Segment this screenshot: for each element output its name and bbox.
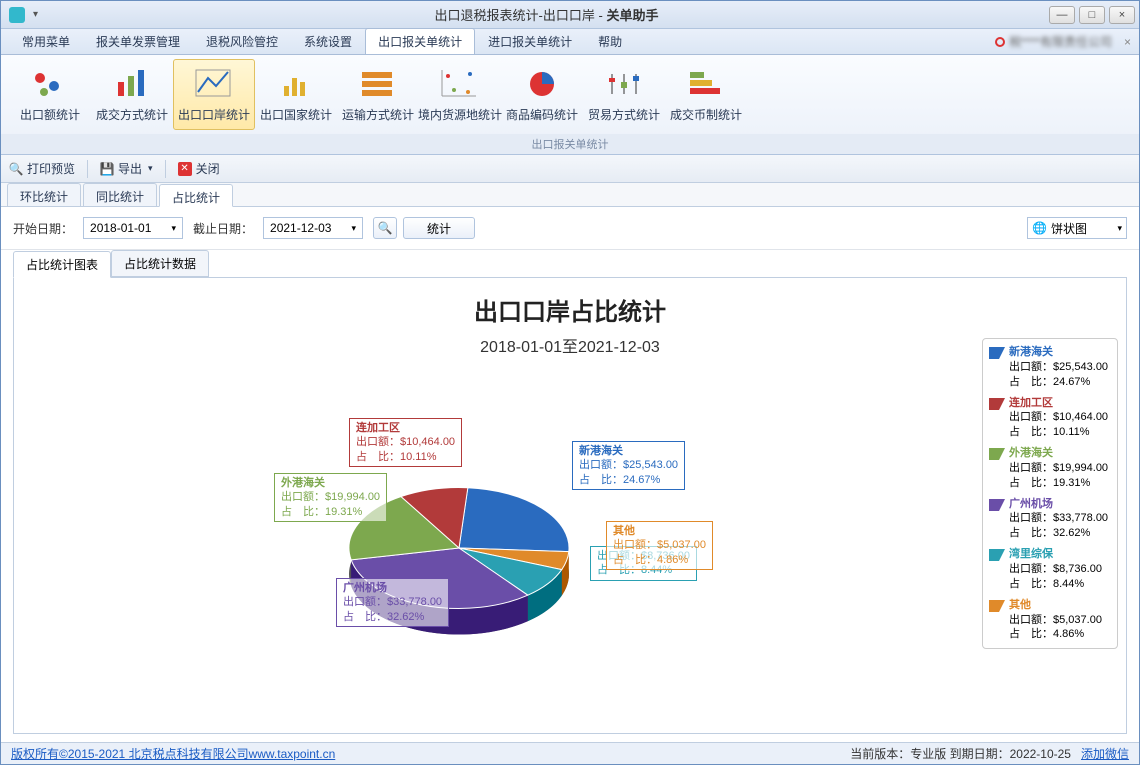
stat-tab[interactable]: 同比统计 — [83, 183, 157, 206]
menu-item[interactable]: 帮助 — [585, 28, 635, 54]
copyright-link[interactable]: 版权所有©2015-2021 北京税点科技有限公司www.taxpoint.cn — [11, 745, 335, 762]
menu-item[interactable]: 出口报关单统计 — [365, 28, 475, 54]
chart-type-select[interactable]: 🌐 饼状图 ▾ — [1027, 217, 1127, 239]
chevron-down-icon: ▾ — [1117, 223, 1122, 234]
pie-callout: 其他出口额：$5,037.00占 比：4.86% — [606, 521, 713, 570]
magnifier-icon: 🔍 — [9, 162, 23, 176]
filter-row: 开始日期： 2018-01-01▾ 截止日期： 2021-12-03▾ 🔍 统计… — [1, 207, 1139, 250]
legend-swatch-icon — [989, 499, 1005, 511]
company-close-icon[interactable]: × — [1124, 35, 1131, 49]
ribbon-button[interactable]: 出口国家统计 — [255, 59, 337, 130]
legend-item: 连加工区出口额：$10,464.00占 比：10.11% — [989, 396, 1111, 441]
end-date-label: 截止日期： — [193, 220, 253, 237]
search-button[interactable]: 🔍 — [373, 217, 397, 239]
legend: 新港海关出口额：$25,543.00占 比：24.67% 连加工区出口额：$10,… — [982, 338, 1118, 649]
ribbon-button[interactable]: 贸易方式统计 — [583, 59, 665, 130]
stat-tab[interactable]: 占比统计 — [159, 184, 233, 207]
qat-dropdown-icon[interactable]: ▾ — [33, 9, 38, 20]
magnifier-icon: 🔍 — [378, 221, 393, 235]
save-icon: 💾 — [100, 162, 114, 176]
ribbon-button[interactable]: 境内货源地统计 — [419, 59, 501, 130]
ribbon-icon — [685, 66, 727, 102]
ribbon-icon — [357, 66, 399, 102]
close-red-icon: ✕ — [178, 162, 192, 176]
start-date-label: 开始日期： — [13, 220, 73, 237]
footer: 版权所有©2015-2021 北京税点科技有限公司www.taxpoint.cn… — [1, 742, 1139, 764]
min-button[interactable]: — — [1049, 6, 1075, 24]
stat-tab[interactable]: 环比统计 — [7, 183, 81, 206]
menubar: 常用菜单报关单发票管理退税风险管控系统设置出口报关单统计进口报关单统计帮助 税*… — [1, 29, 1139, 55]
legend-swatch-icon — [989, 347, 1005, 359]
add-wechat-link[interactable]: 添加微信 — [1081, 745, 1129, 762]
legend-item: 湾里综保出口额：$8,736.00占 比：8.44% — [989, 547, 1111, 592]
legend-swatch-icon — [989, 398, 1005, 410]
pie-callout: 新港海关出口额：$25,543.00占 比：24.67% — [572, 441, 685, 490]
chevron-down-icon: ▾ — [352, 223, 357, 234]
menu-item[interactable]: 退税风险管控 — [193, 28, 291, 54]
chart-title: 出口口岸占比统计 — [14, 292, 1126, 327]
ribbon-button[interactable]: 成交币制统计 — [665, 59, 747, 130]
ribbon-button[interactable]: 运输方式统计 — [337, 59, 419, 130]
window-title: 出口退税报表统计-出口口岸 - 关单助手 — [44, 5, 1049, 24]
menu-item[interactable]: 进口报关单统计 — [475, 28, 585, 54]
menu-item[interactable]: 系统设置 — [291, 28, 365, 54]
chevron-down-icon: ▾ — [171, 223, 176, 234]
subtab[interactable]: 占比统计图表 — [13, 251, 111, 278]
close-tab-button[interactable]: ✕ 关闭 — [178, 160, 220, 177]
legend-item: 新港海关出口额：$25,543.00占 比：24.67% — [989, 345, 1111, 390]
ribbon-icon — [603, 66, 645, 102]
pie-callout: 广州机场出口额：$33,778.00占 比：32.62% — [336, 578, 449, 627]
chevron-down-icon: ▾ — [148, 163, 153, 174]
ribbon-icon — [275, 66, 317, 102]
legend-swatch-icon — [989, 600, 1005, 612]
ribbon-icon — [111, 66, 153, 102]
ribbon: 出口额统计成交方式统计出口口岸统计出口国家统计运输方式统计境内货源地统计商品编码… — [1, 55, 1139, 155]
ribbon-button[interactable]: 商品编码统计 — [501, 59, 583, 130]
titlebar: ▾ 出口退税报表统计-出口口岸 - 关单助手 — □ × — [1, 1, 1139, 29]
max-button[interactable]: □ — [1079, 6, 1105, 24]
ribbon-button[interactable]: 出口额统计 — [9, 59, 91, 130]
run-stat-button[interactable]: 统计 — [403, 217, 475, 239]
menu-item[interactable]: 常用菜单 — [9, 28, 83, 54]
close-button[interactable]: × — [1109, 6, 1135, 24]
subtabs: 占比统计图表占比统计数据 — [1, 250, 1139, 277]
ribbon-icon — [193, 66, 235, 102]
title-left: 出口退税报表统计-出口口岸 — [435, 8, 595, 23]
toolbar: 🔍 打印预览 💾 导出 ▾ ✕ 关闭 — [1, 155, 1139, 183]
subtab[interactable]: 占比统计数据 — [111, 250, 209, 277]
ribbon-button[interactable]: 成交方式统计 — [91, 59, 173, 130]
title-app: 关单助手 — [606, 8, 658, 23]
chart-subtitle: 2018-01-01至2021-12-03 — [14, 333, 1126, 357]
company-status-icon — [995, 37, 1005, 47]
chart-area: 出口口岸占比统计 2018-01-01至2021-12-03 新港海关出口额：$… — [13, 277, 1127, 734]
stat-tabs: 环比统计同比统计占比统计 — [1, 183, 1139, 207]
print-preview-button[interactable]: 🔍 打印预览 — [9, 160, 75, 177]
ribbon-icon — [29, 66, 71, 102]
legend-item: 广州机场出口额：$33,778.00占 比：32.62% — [989, 497, 1111, 542]
version-info: 当前版本：专业版 到期日期：2022-10-25 — [850, 745, 1071, 762]
ribbon-group-label: 出口报关单统计 — [1, 134, 1139, 154]
menu-item[interactable]: 报关单发票管理 — [83, 28, 193, 54]
start-date-input[interactable]: 2018-01-01▾ — [83, 217, 183, 239]
legend-swatch-icon — [989, 448, 1005, 460]
legend-item: 其他出口额：$5,037.00占 比：4.86% — [989, 598, 1111, 643]
globe-icon: 🌐 — [1032, 221, 1047, 235]
company-label: 税****有限责任公司 × — [995, 33, 1131, 50]
ribbon-button[interactable]: 出口口岸统计 — [173, 59, 255, 130]
legend-item: 外港海关出口额：$19,994.00占 比：19.31% — [989, 446, 1111, 491]
app-icon — [9, 7, 25, 23]
ribbon-icon — [439, 66, 481, 102]
legend-swatch-icon — [989, 549, 1005, 561]
pie-callout: 外港海关出口额：$19,994.00占 比：19.31% — [274, 473, 387, 522]
end-date-input[interactable]: 2021-12-03▾ — [263, 217, 363, 239]
pie-callout: 连加工区出口额：$10,464.00占 比：10.11% — [349, 418, 462, 467]
export-button[interactable]: 💾 导出 ▾ — [100, 160, 153, 177]
ribbon-icon — [521, 66, 563, 102]
